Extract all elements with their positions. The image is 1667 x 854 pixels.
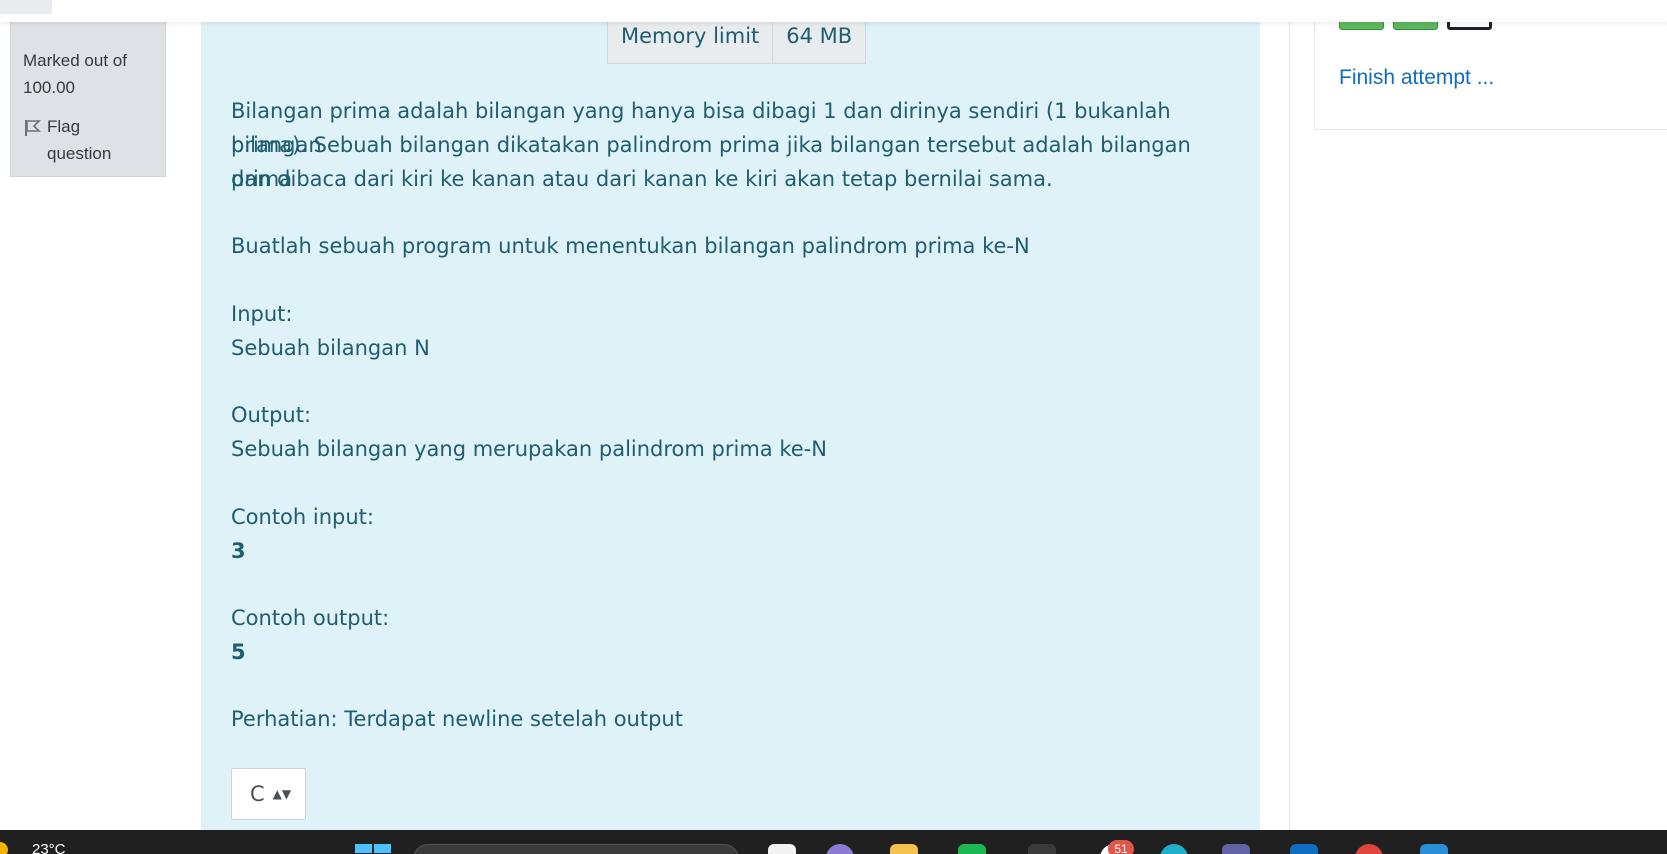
finish-attempt-link[interactable]: Finish attempt ...	[1339, 66, 1494, 90]
question-text-panel: Memory limit 64 MB Bilangan prima adalah…	[201, 0, 1260, 830]
output-label: Output:	[231, 403, 312, 427]
windows-start-icon[interactable]	[355, 844, 391, 854]
sample-input-value: 3	[231, 539, 246, 563]
app-icon[interactable]	[1028, 844, 1056, 854]
taskbar: 23°C 51	[0, 830, 1667, 854]
folder-icon[interactable]	[890, 844, 918, 854]
input-description: Sebuah bilangan N	[231, 336, 430, 360]
vscode-icon[interactable]	[1420, 844, 1448, 854]
task-text: Buatlah sebuah program untuk menentukan …	[231, 234, 1030, 258]
output-description: Sebuah bilangan yang merupakan palindrom…	[231, 437, 827, 461]
flag-icon	[25, 120, 41, 136]
select-arrows-icon: ▲▼	[272, 787, 292, 801]
flag-label-2: question	[47, 144, 112, 163]
flag-label: Flag	[47, 117, 81, 136]
memory-limit-label: Memory limit	[621, 24, 760, 48]
app-icon[interactable]	[958, 844, 986, 854]
taskbar-search-box[interactable]	[413, 844, 739, 854]
description-line-3: dan dibaca dari kiri ke kanan atau dari …	[231, 167, 1053, 191]
teams-icon[interactable]	[1222, 844, 1250, 854]
app-icon[interactable]	[1160, 844, 1188, 854]
flag-question-link[interactable]: Flag question	[23, 113, 153, 167]
grade-value: 100.00	[23, 78, 75, 97]
temperature-text: 23°C	[32, 841, 66, 854]
sample-output-value: 5	[231, 640, 246, 664]
question-info-panel: Marked out of 100.00 Flag question	[10, 0, 166, 177]
app-icon[interactable]	[826, 844, 854, 854]
navbar-button[interactable]	[0, 0, 52, 14]
grade-label: Marked out of	[23, 51, 127, 70]
language-select-value: C	[250, 782, 265, 806]
weather-icon[interactable]	[0, 842, 8, 854]
top-navbar	[0, 0, 1667, 22]
app-icon[interactable]	[1290, 844, 1318, 854]
right-divider	[1289, 0, 1290, 830]
note-text: Perhatian: Terdapat newline setelah outp…	[231, 707, 683, 731]
language-select[interactable]: C ▲▼	[231, 768, 306, 820]
app-icon[interactable]	[1355, 844, 1383, 854]
notification-badge: 51	[1108, 840, 1134, 854]
sample-input-label: Contoh input:	[231, 505, 374, 529]
memory-limit-value: 64 MB	[772, 15, 865, 63]
app-icon[interactable]	[768, 844, 796, 854]
sample-output-label: Contoh output:	[231, 606, 390, 630]
input-label: Input:	[231, 302, 293, 326]
